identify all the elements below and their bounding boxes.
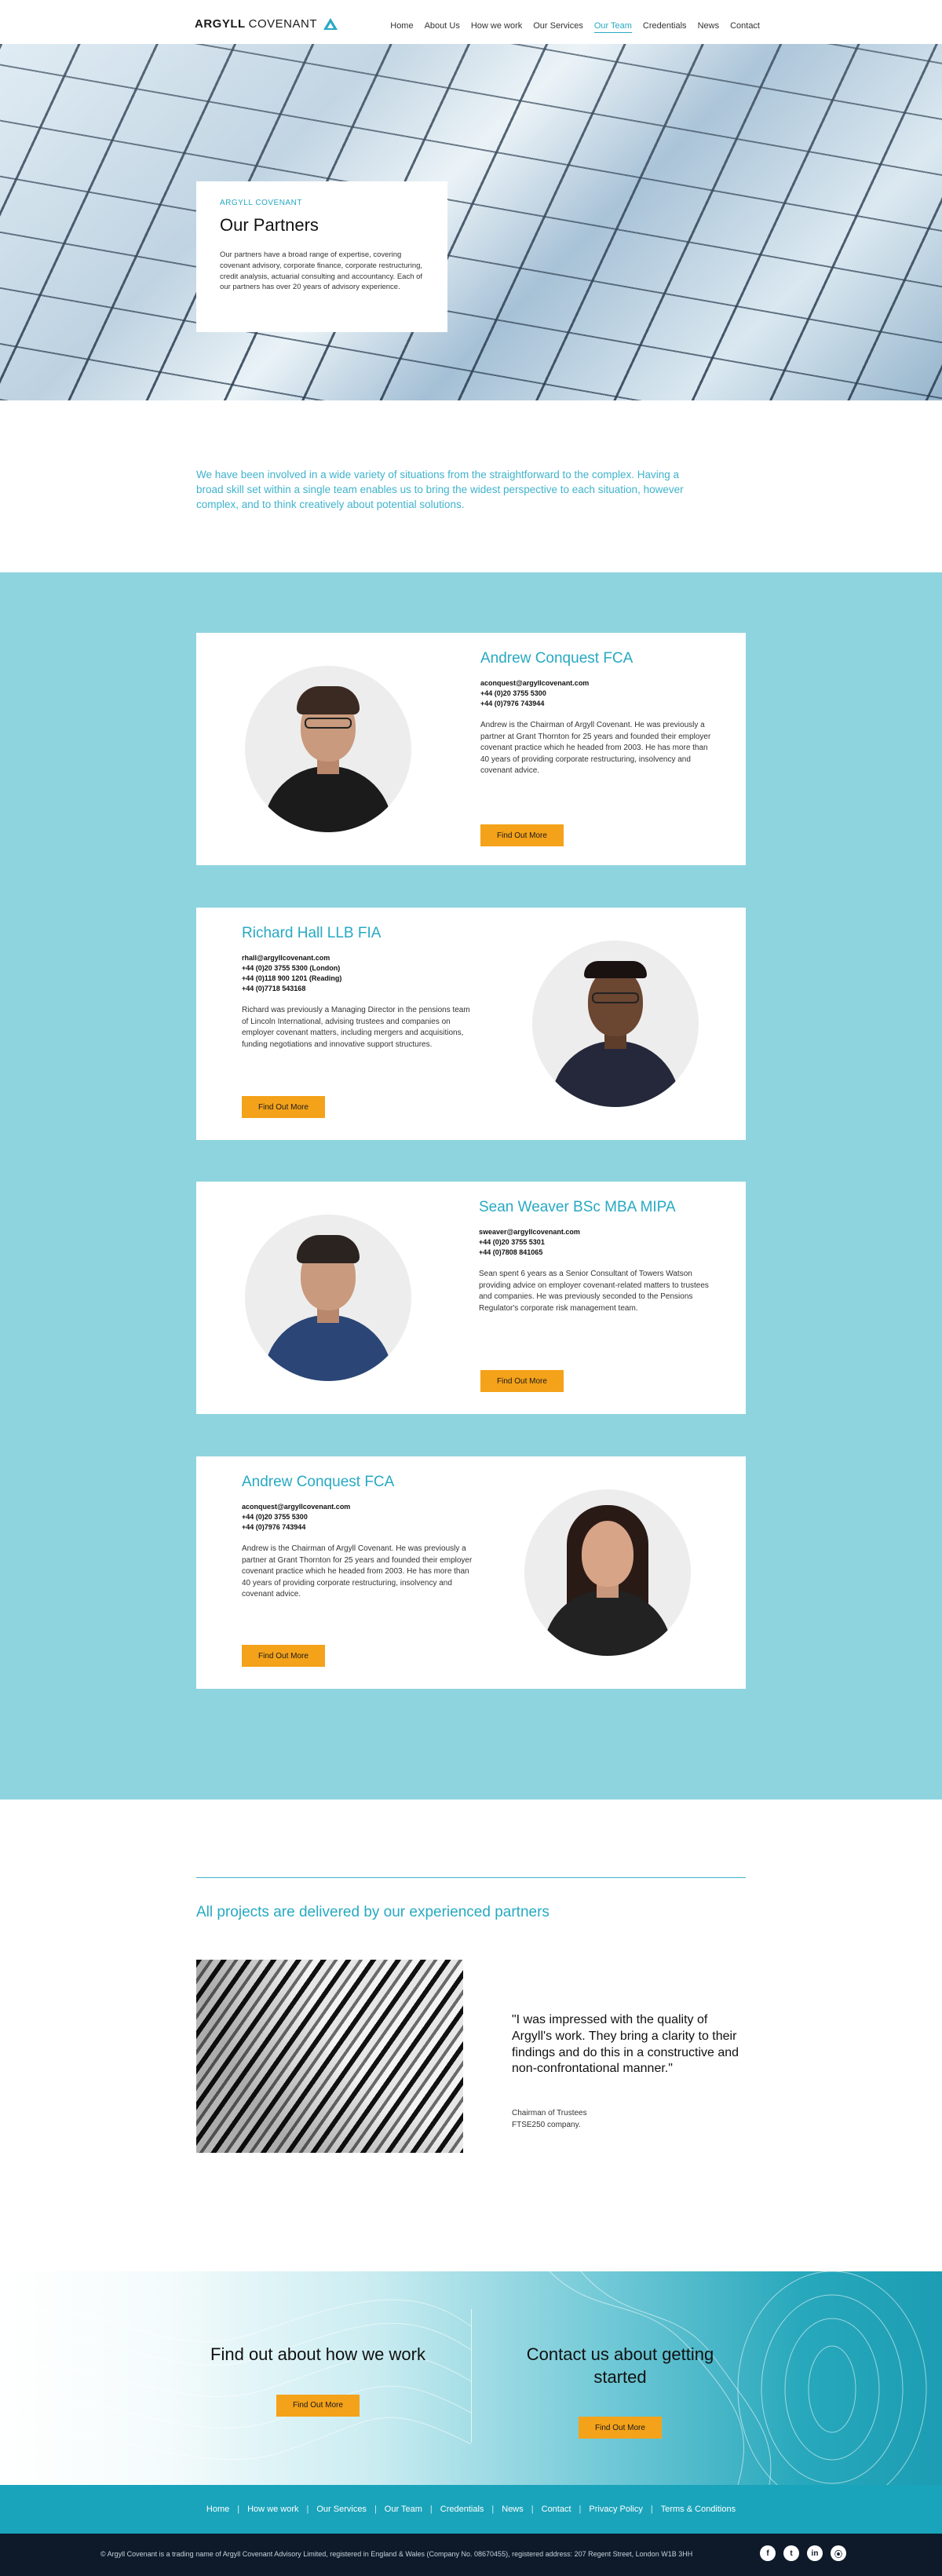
hero-eyebrow: ARGYLL COVENANT xyxy=(220,199,302,207)
testimonial-author: Chairman of Trustees FTSE250 company. xyxy=(512,2108,587,2131)
testimonial-author-company: FTSE250 company. xyxy=(512,2120,581,2129)
find-out-more-button[interactable]: Find Out More xyxy=(480,824,564,846)
copyright-text: © Argyll Covenant is a trading name of A… xyxy=(100,2550,693,2558)
partner-info: Sean Weaver BSc MBA MIPA sweaver@argyllc… xyxy=(479,1199,714,1314)
architecture-image xyxy=(196,1960,463,2153)
partner-name: Sean Weaver BSc MBA MIPA xyxy=(479,1199,676,1215)
testimonial-author-role: Chairman of Trustees xyxy=(512,2109,587,2117)
nav-our-team[interactable]: Our Team xyxy=(593,21,632,33)
partner-name: Richard Hall LLB FIA xyxy=(242,925,382,941)
partner-bio: Sean spent 6 years as a Senior Consultan… xyxy=(479,1270,709,1313)
partner-email[interactable]: rhall@argyllcovenant.com xyxy=(242,953,477,963)
testimonial-quote: "I was impressed with the quality of Arg… xyxy=(512,2013,739,2076)
partner-contact: rhall@argyllcovenant.com +44 (0)20 3755 … xyxy=(242,953,477,994)
page-title: Our Partners xyxy=(220,215,319,235)
cta-separator xyxy=(471,2309,472,2443)
rss-icon[interactable]: ⦿ xyxy=(831,2545,846,2561)
linkedin-icon[interactable]: in xyxy=(807,2545,823,2561)
nav-news[interactable]: News xyxy=(698,21,720,33)
projects-title: All projects are delivered by our experi… xyxy=(196,1904,550,1920)
partner-card: Sean Weaver BSc MBA MIPA sweaver@argyllc… xyxy=(196,1182,746,1414)
footer-link-news[interactable]: News xyxy=(502,2505,524,2514)
footer-link-terms[interactable]: Terms & Conditions xyxy=(661,2505,736,2514)
nav-how-we-work[interactable]: How we work xyxy=(471,21,522,33)
footer-link-contact[interactable]: Contact xyxy=(542,2505,571,2514)
footer-nav: Home | How we work | Our Services | Our Tea… xyxy=(0,2485,942,2534)
partner-info: Andrew Conquest FCA aconquest@argyllcove… xyxy=(480,650,716,777)
hero-text: Our partners have a broad range of exper… xyxy=(220,250,423,292)
nav-home[interactable]: Home xyxy=(390,21,413,33)
nav-our-services[interactable]: Our Services xyxy=(533,21,583,33)
find-out-more-button[interactable]: Find Out More xyxy=(242,1096,325,1118)
footer-link-privacy-policy[interactable]: Privacy Policy xyxy=(589,2505,642,2514)
nav-contact[interactable]: Contact xyxy=(730,21,760,33)
section-divider xyxy=(196,1877,746,1878)
twitter-icon[interactable]: t xyxy=(783,2545,799,2561)
partner-phone[interactable]: +44 (0)20 3755 5300 (London) xyxy=(242,963,477,974)
footer-link-how-we-work[interactable]: How we work xyxy=(247,2505,298,2514)
partner-phone[interactable]: +44 (0)7976 743944 xyxy=(480,699,716,709)
page: ARGYLL COVENANT Home About Us How we work… xyxy=(0,0,942,2576)
logo[interactable]: ARGYLL COVENANT xyxy=(195,17,338,31)
partner-info: Richard Hall LLB FIA rhall@argyllcovenan… xyxy=(242,925,477,1050)
avatar xyxy=(245,666,411,832)
avatar xyxy=(532,941,699,1107)
social-links: f t in ⦿ xyxy=(760,2545,846,2561)
cta-title: Contact us about getting started xyxy=(526,2344,714,2387)
footer-link-our-team[interactable]: Our Team xyxy=(385,2505,422,2514)
footer-link-credentials[interactable]: Credentials xyxy=(440,2505,484,2514)
partner-contact: aconquest@argyllcovenant.com +44 (0)20 3… xyxy=(480,678,716,709)
find-out-more-button[interactable]: Find Out More xyxy=(242,1645,325,1667)
site-header: ARGYLL COVENANT Home About Us How we work… xyxy=(0,0,942,44)
partner-phone[interactable]: +44 (0)7808 841065 xyxy=(479,1248,714,1258)
partner-phone[interactable]: +44 (0)20 3755 5300 xyxy=(242,1512,477,1522)
nav-credentials[interactable]: Credentials xyxy=(643,21,687,33)
partner-phone[interactable]: +44 (0)7976 743944 xyxy=(242,1522,477,1533)
logo-triangle-icon xyxy=(323,18,338,30)
partner-name: Andrew Conquest FCA xyxy=(480,650,633,667)
partner-email[interactable]: aconquest@argyllcovenant.com xyxy=(242,1502,477,1512)
partner-phone[interactable]: +44 (0)118 900 1201 (Reading) xyxy=(242,974,477,984)
partner-name: Andrew Conquest FCA xyxy=(242,1474,395,1490)
footer-link-home[interactable]: Home xyxy=(206,2505,229,2514)
partner-bio: Andrew is the Chairman of Argyll Covenan… xyxy=(242,1544,473,1599)
footer-link-our-services[interactable]: Our Services xyxy=(316,2505,367,2514)
partner-bio: Richard was previously a Managing Direct… xyxy=(242,1006,470,1049)
cta-section: Find out about how we work Find Out More… xyxy=(0,2271,942,2485)
partner-email[interactable]: sweaver@argyllcovenant.com xyxy=(479,1227,714,1237)
partner-card: Andrew Conquest FCA aconquest@argyllcove… xyxy=(196,633,746,865)
partner-phone[interactable]: +44 (0)7718 543168 xyxy=(242,984,477,994)
logo-bold: ARGYLL xyxy=(195,17,246,31)
hero-banner: ARGYLL COVENANT Our Partners Our partner… xyxy=(0,44,942,400)
intro-text: We have been involved in a wide variety … xyxy=(196,469,684,510)
find-out-more-button[interactable]: Find Out More xyxy=(480,1370,564,1392)
logo-light: COVENANT xyxy=(248,17,318,31)
footer-bar: © Argyll Covenant is a trading name of A… xyxy=(0,2534,942,2576)
facebook-icon[interactable]: f xyxy=(760,2545,776,2561)
cta-title: Find out about how we work xyxy=(210,2344,425,2364)
partner-contact: aconquest@argyllcovenant.com +44 (0)20 3… xyxy=(242,1502,477,1533)
partner-contact: sweaver@argyllcovenant.com +44 (0)20 375… xyxy=(479,1227,714,1258)
partner-info: Andrew Conquest FCA aconquest@argyllcove… xyxy=(242,1474,477,1601)
avatar xyxy=(524,1489,691,1656)
avatar xyxy=(245,1215,411,1381)
find-out-more-button[interactable]: Find Out More xyxy=(276,2394,360,2417)
partner-card: Richard Hall LLB FIA rhall@argyllcovenan… xyxy=(196,908,746,1140)
partner-card: Andrew Conquest FCA aconquest@argyllcove… xyxy=(196,1456,746,1689)
partner-bio: Andrew is the Chairman of Argyll Covenan… xyxy=(480,721,711,776)
partner-phone[interactable]: +44 (0)20 3755 5300 xyxy=(480,689,716,699)
nav-about-us[interactable]: About Us xyxy=(425,21,460,33)
cta-contact: Contact us about getting started Find Ou… xyxy=(502,2344,738,2439)
hero-card: ARGYLL COVENANT Our Partners Our partner… xyxy=(196,181,447,332)
partner-phone[interactable]: +44 (0)20 3755 5301 xyxy=(479,1237,714,1248)
partner-email[interactable]: aconquest@argyllcovenant.com xyxy=(480,678,716,689)
cta-how-we-work: Find out about how we work Find Out More xyxy=(200,2344,436,2417)
find-out-more-button[interactable]: Find Out More xyxy=(579,2417,662,2439)
main-nav: Home About Us How we work Our Services O… xyxy=(390,21,760,33)
